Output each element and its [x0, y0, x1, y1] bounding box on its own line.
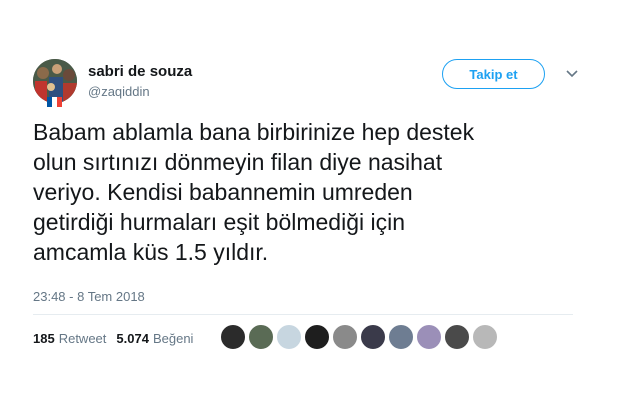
like-count: 5.074 [116, 330, 149, 346]
liker-avatar[interactable] [304, 324, 330, 350]
liker-avatar[interactable] [248, 324, 274, 350]
display-name[interactable]: sabri de souza [88, 63, 192, 81]
like-stat[interactable]: 5.074 Beğeni [116, 331, 193, 346]
liker-avatar[interactable] [416, 324, 442, 350]
user-handle[interactable]: @zaqiddin [88, 83, 192, 101]
tweet-header: sabri de souza @zaqiddin Takip et [33, 55, 593, 109]
retweet-stat[interactable]: 185 Retweet [33, 331, 106, 346]
tweet-card: sabri de souza @zaqiddin Takip et Babam … [0, 0, 640, 410]
tweet-text: Babam ablamla bana birbirinize hep deste… [33, 119, 475, 265]
liker-avatar[interactable] [444, 324, 470, 350]
retweet-count: 185 [33, 330, 55, 346]
like-label: Beğeni [152, 330, 194, 346]
liker-avatar[interactable] [388, 324, 414, 350]
liker-avatar[interactable] [276, 324, 302, 350]
liker-avatar[interactable] [332, 324, 358, 350]
follow-button[interactable]: Takip et [442, 59, 545, 89]
liker-avatar[interactable] [220, 324, 246, 350]
tweet-timestamp[interactable]: 23:48 - 8 Tem 2018 [33, 289, 145, 304]
retweet-label: Retweet [58, 330, 107, 346]
tweet-stats: 185 Retweet 5.074 Beğeni [33, 328, 203, 348]
liker-avatar[interactable] [472, 324, 498, 350]
french-flag-icon [47, 97, 62, 107]
user-names: sabri de souza @zaqiddin [88, 63, 192, 101]
chevron-down-icon[interactable] [565, 69, 579, 79]
divider [33, 314, 573, 315]
likers-avatars [220, 324, 500, 352]
liker-avatar[interactable] [360, 324, 386, 350]
